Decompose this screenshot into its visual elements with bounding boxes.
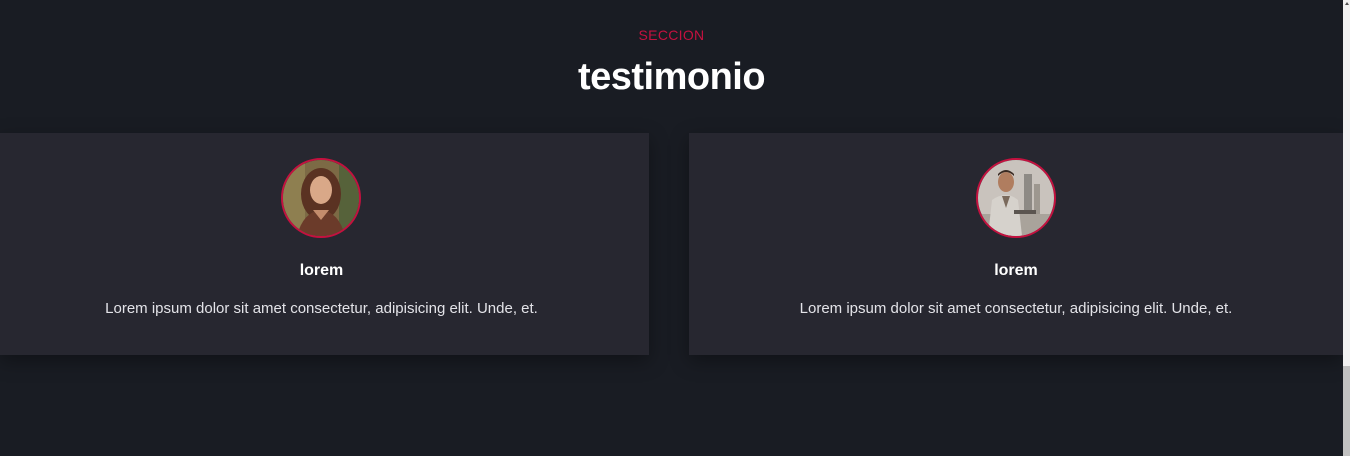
- testimonial-text: Lorem ipsum dolor sit amet consectetur, …: [799, 300, 1233, 317]
- vertical-scrollbar[interactable]: [1343, 0, 1350, 456]
- man-portrait-avatar: [978, 160, 1054, 236]
- section-title: testimonio: [577, 56, 766, 98]
- woman-portrait-avatar: [283, 160, 359, 236]
- testimonial-card: lorem Lorem ipsum dolor sit amet consect…: [0, 133, 649, 355]
- testimonial-name: lorem: [299, 262, 344, 279]
- section-eyebrow: SECCION: [638, 27, 705, 43]
- scrollbar-thumb[interactable]: [1343, 366, 1350, 456]
- testimonial-text: Lorem ipsum dolor sit amet consectetur, …: [105, 300, 538, 317]
- testimonial-card: lorem Lorem ipsum dolor sit amet consect…: [689, 133, 1343, 355]
- testimonial-name: lorem: [994, 262, 1038, 279]
- avatar: [281, 158, 361, 238]
- scroll-up-arrow-icon[interactable]: [1345, 2, 1349, 5]
- avatar: [976, 158, 1056, 238]
- testimonials-page: SECCION testimonio lorem Lorem ipsum dol…: [0, 0, 1350, 456]
